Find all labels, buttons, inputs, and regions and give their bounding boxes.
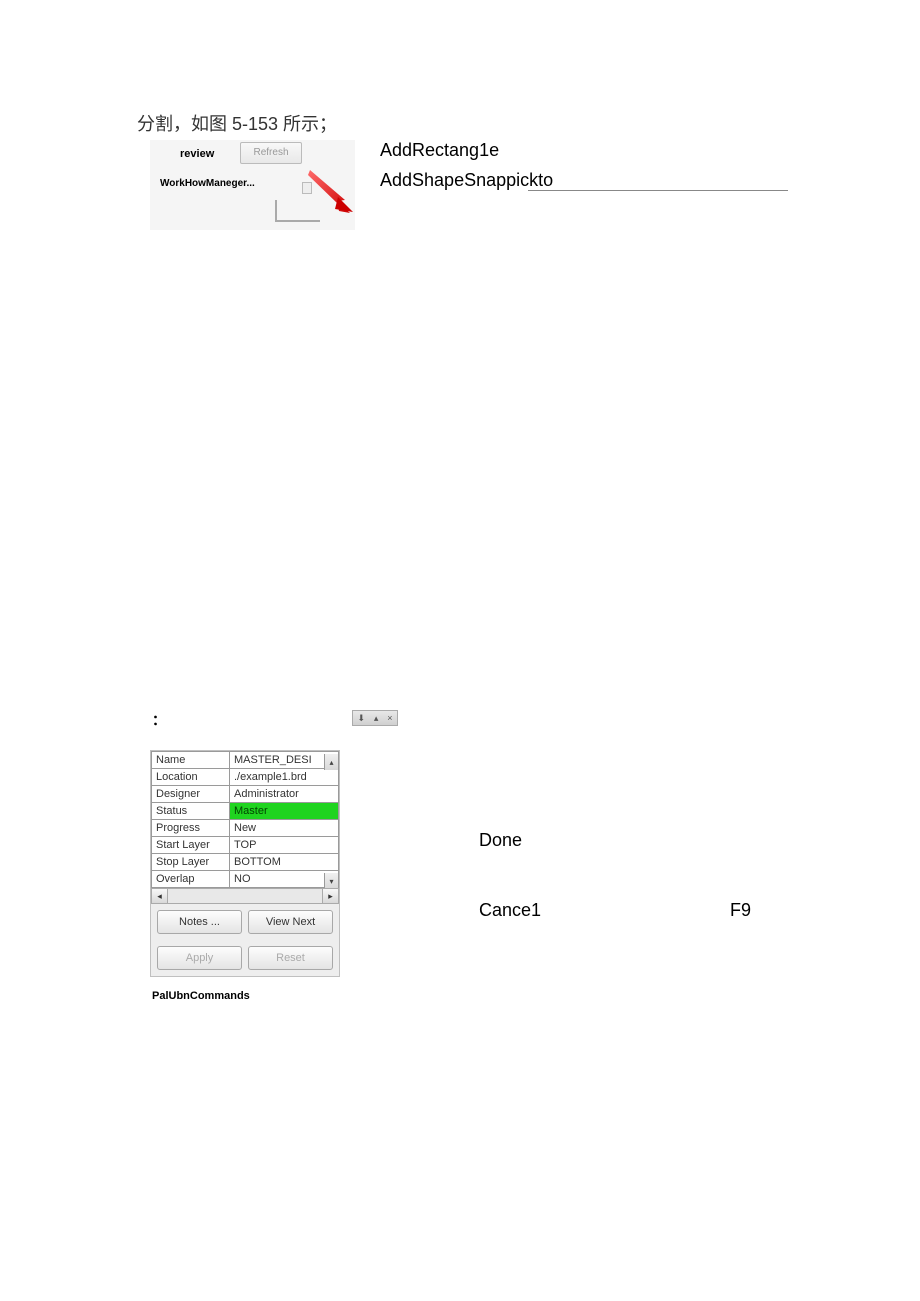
properties-table: Name MASTER_DESI ▴ Location ./example1.b…: [151, 751, 339, 888]
prop-val[interactable]: BOTTOM: [230, 854, 339, 871]
table-row: Status Master: [152, 803, 339, 820]
f9-text: F9: [730, 900, 751, 921]
refresh-button[interactable]: Refresh: [240, 142, 302, 164]
table-row: Start Layer TOP: [152, 837, 339, 854]
prop-val[interactable]: New: [230, 820, 339, 837]
red-arrow-icon: [305, 165, 355, 215]
horizontal-scrollbar[interactable]: ◂ ▸: [151, 888, 339, 904]
caption-text: 分割，如图 5-153 所示；: [137, 110, 337, 136]
table-row: Location ./example1.brd: [152, 769, 339, 786]
table-row: Name MASTER_DESI ▴: [152, 752, 339, 769]
palubn-commands-label: PalUbnCommands: [152, 990, 250, 1002]
horizontal-rule: [528, 190, 788, 191]
table-row: Stop Layer BOTTOM: [152, 854, 339, 871]
cancel-text: Cance1: [479, 900, 541, 921]
prop-key: Designer: [152, 786, 230, 803]
prop-val[interactable]: ./example1.brd: [230, 769, 339, 786]
panel-titlebar-controls: ⬇ ▴ ×: [352, 710, 398, 726]
prop-val[interactable]: Administrator: [230, 786, 339, 803]
scroll-up-icon[interactable]: ▴: [324, 754, 338, 770]
review-label: review: [180, 148, 214, 160]
prop-val[interactable]: TOP: [230, 837, 339, 854]
table-row: Designer Administrator: [152, 786, 339, 803]
prop-key: Stop Layer: [152, 854, 230, 871]
collapse-icon[interactable]: ▴: [374, 713, 379, 724]
prop-key: Start Layer: [152, 837, 230, 854]
prop-val-status[interactable]: Master: [230, 803, 339, 820]
notes-button[interactable]: Notes ...: [157, 910, 242, 934]
prop-key: Overlap: [152, 871, 230, 888]
table-row: Progress New: [152, 820, 339, 837]
prop-key: Status: [152, 803, 230, 820]
scroll-left-icon[interactable]: ◂: [152, 889, 168, 903]
done-text: Done: [479, 830, 522, 851]
properties-panel: Name MASTER_DESI ▴ Location ./example1.b…: [150, 750, 340, 977]
apply-button[interactable]: Apply: [157, 946, 242, 970]
prop-val[interactable]: MASTER_DESI ▴: [230, 752, 339, 769]
pin-icon[interactable]: ⬇: [357, 713, 365, 724]
reset-button[interactable]: Reset: [248, 946, 333, 970]
ui-snippet: review Refresh WorkHowManeger...: [150, 140, 355, 230]
scroll-down-icon[interactable]: ▾: [324, 873, 338, 889]
scroll-right-icon[interactable]: ▸: [322, 889, 338, 903]
close-icon[interactable]: ×: [387, 713, 392, 723]
workflow-manager-label: WorkHowManeger...: [160, 178, 255, 189]
prop-key: Name: [152, 752, 230, 769]
prop-val[interactable]: NO ▾: [230, 871, 339, 888]
table-row: Overlap NO ▾: [152, 871, 339, 888]
view-next-button[interactable]: View Next: [248, 910, 333, 934]
add-shape-text: AddShapeSnappickto: [380, 170, 553, 191]
prop-key: Location: [152, 769, 230, 786]
add-rectangle-text: AddRectang1e: [380, 140, 499, 161]
prop-key: Progress: [152, 820, 230, 837]
colon-text: ：: [152, 710, 166, 730]
